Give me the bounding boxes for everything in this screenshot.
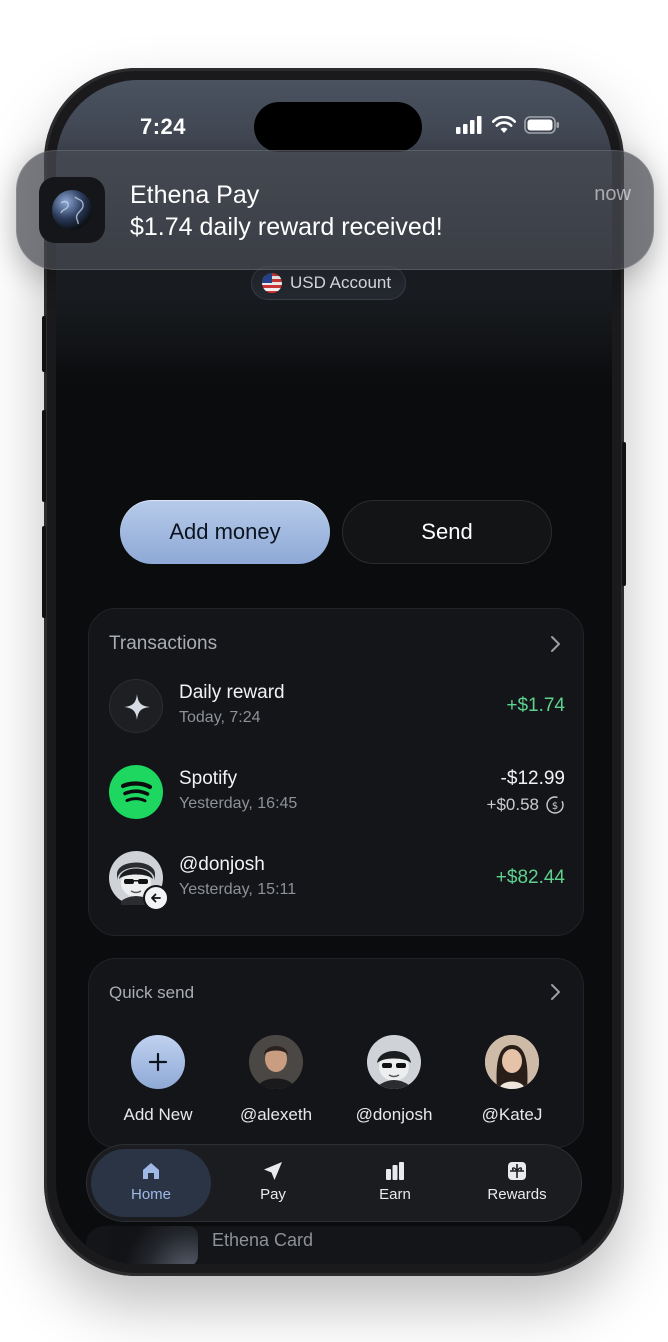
- notification-message: $1.74 daily reward received!: [130, 213, 443, 241]
- push-notification[interactable]: Ethena Pay $1.74 daily reward received! …: [16, 150, 654, 270]
- mute-switch: [42, 316, 46, 372]
- battery-icon: [524, 116, 559, 134]
- notification-title: Ethena Pay: [130, 181, 260, 209]
- quick-send-card: Quick send Add New @alexeth @donjosh @Ka…: [88, 958, 584, 1148]
- tab-earn[interactable]: Earn: [335, 1145, 455, 1221]
- transaction-name: Spotify: [179, 768, 238, 789]
- avatar-katej: [485, 1035, 539, 1089]
- tab-label: Rewards: [487, 1186, 547, 1203]
- tab-home[interactable]: Home: [91, 1149, 211, 1217]
- transaction-time: Yesterday, 15:11: [179, 881, 297, 898]
- cashback-amount: +$0.58: [486, 795, 539, 814]
- dynamic-island: [254, 102, 422, 152]
- quick-send-contact[interactable]: @KateJ: [457, 1035, 567, 1125]
- sparkle-icon: [109, 679, 163, 733]
- transaction-name: Daily reward: [179, 682, 285, 703]
- transaction-time: Yesterday, 16:45: [179, 795, 298, 812]
- transaction-amount: +$82.44: [495, 867, 565, 888]
- transaction-row[interactable]: @donjosh Yesterday, 15:11 +$82.44: [109, 851, 565, 911]
- quick-send-label: @alexeth: [239, 1105, 313, 1124]
- volume-down-button: [42, 526, 46, 618]
- tab-label: Earn: [379, 1186, 411, 1203]
- primary-actions: Add money Send: [120, 500, 552, 564]
- transactions-card[interactable]: Transactions Daily reward Today, 7:24 +$…: [88, 608, 584, 936]
- transaction-amount: -$12.99: [500, 768, 565, 789]
- notification-time: now: [594, 183, 631, 205]
- svg-text:$: $: [552, 801, 558, 812]
- cashback-coin-icon: $: [546, 796, 564, 814]
- wifi-icon: [492, 116, 516, 133]
- tab-label: Home: [130, 1186, 171, 1203]
- transaction-row[interactable]: Daily reward Today, 7:24 +$1.74: [109, 679, 565, 735]
- tab-rewards[interactable]: Rewards: [457, 1145, 577, 1221]
- quick-send-add-new[interactable]: Add New: [103, 1035, 213, 1125]
- quick-send-label: Add New: [123, 1105, 193, 1124]
- add-money-button[interactable]: Add money: [120, 500, 330, 564]
- card-thumbnail: [108, 1226, 198, 1264]
- incoming-arrow-icon: [143, 885, 169, 911]
- chevron-right-icon[interactable]: [549, 983, 561, 1001]
- send-button[interactable]: Send: [342, 500, 552, 564]
- card-label: Ethena Card: [212, 1230, 314, 1250]
- avatar-alexeth: [249, 1035, 303, 1089]
- quick-send-contact[interactable]: @alexeth: [221, 1035, 331, 1125]
- transaction-row[interactable]: Spotify Yesterday, 16:45 -$12.99 +$0.58 …: [109, 765, 565, 821]
- spotify-icon: [109, 765, 163, 819]
- tab-bar: Home Pay Earn Rewards: [86, 1144, 582, 1222]
- plus-icon: [131, 1035, 185, 1089]
- account-label: USD Account: [290, 273, 392, 292]
- status-time: 7:24: [140, 114, 187, 139]
- quick-send-contact[interactable]: @donjosh: [339, 1035, 449, 1125]
- transaction-amount: +$1.74: [506, 695, 565, 716]
- quick-send-label: @donjosh: [355, 1105, 433, 1124]
- transaction-time: Today, 7:24: [179, 709, 261, 726]
- globe-icon: [39, 177, 105, 243]
- status-bar: 7:24: [56, 102, 612, 152]
- send-arrow-icon: [264, 1162, 282, 1180]
- cellular-signal-icon: [456, 116, 482, 134]
- quick-send-title: Quick send: [109, 983, 195, 1002]
- tab-pay[interactable]: Pay: [213, 1145, 333, 1221]
- transaction-name: @donjosh: [179, 854, 265, 875]
- us-flag-icon: [262, 273, 282, 293]
- home-icon: [143, 1163, 159, 1179]
- bar-chart-icon: [386, 1162, 404, 1180]
- transactions-title: Transactions: [109, 633, 218, 654]
- power-button: [622, 442, 626, 586]
- account-selector[interactable]: USD Account: [251, 266, 407, 300]
- avatar-donjosh: [367, 1035, 421, 1089]
- quick-send-label: @KateJ: [481, 1105, 543, 1124]
- volume-up-button: [42, 410, 46, 502]
- gift-icon: [508, 1162, 526, 1180]
- chevron-right-icon[interactable]: [549, 635, 561, 653]
- ethena-card-preview[interactable]: Ethena Card: [86, 1226, 582, 1264]
- tab-label: Pay: [260, 1186, 286, 1203]
